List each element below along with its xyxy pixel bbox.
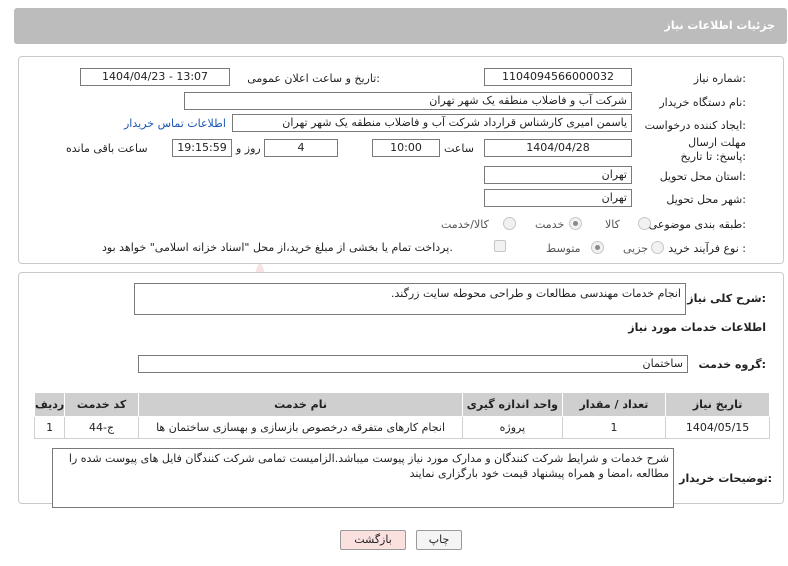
need-number-field[interactable]: 1104094566000032 (484, 68, 632, 86)
back-button[interactable]: بازگشت (340, 530, 406, 550)
cell-row: 1 (33, 416, 66, 439)
deadline-date-field[interactable]: 1404/04/28 (484, 139, 632, 157)
services-table-header: ردیف کد خدمت نام خدمت واحد اندازه گیری ت… (33, 392, 770, 417)
cell-service-name: انجام کارهای متفرقه درخصوص بازسازی و بهس… (137, 416, 464, 439)
cell-unit: پروژه (462, 416, 563, 439)
province-field[interactable]: تهران (484, 166, 632, 184)
process-radio-medium[interactable] (591, 241, 604, 254)
province-label: استان محل تحویل: (659, 170, 746, 183)
col-service-code: کد خدمت (64, 392, 139, 417)
category-radio-goods-service[interactable] (503, 217, 516, 230)
category-radio-service[interactable] (569, 217, 582, 230)
days-remaining-field[interactable]: 4 (264, 139, 338, 157)
cell-need-date: 1404/05/15 (665, 416, 770, 439)
buyer-notes-label: توضیحات خریدار: (679, 472, 772, 485)
cell-quantity: 1 (561, 416, 667, 439)
services-section-title: اطلاعات خدمات مورد نیاز (628, 321, 766, 334)
summary-label: شرح کلی نیاز: (687, 292, 766, 305)
announce-field[interactable]: 1404/04/23 - 13:07 (80, 68, 230, 86)
treasury-payment-note: پرداخت تمام یا بخشی از مبلغ خرید،از محل … (102, 241, 453, 254)
category-option-goods: کالا (605, 218, 620, 231)
treasury-payment-checkbox[interactable] (494, 240, 506, 252)
table-row[interactable]: 1 ج-44 انجام کارهای متفرقه درخصوص بازساز… (33, 416, 770, 439)
header-bar: جزئیات اطلاعات نیاز (14, 8, 787, 44)
city-field[interactable]: تهران (484, 189, 632, 207)
services-table: ردیف کد خدمت نام خدمت واحد اندازه گیری ت… (33, 392, 770, 439)
category-option-service: خدمت (535, 218, 565, 231)
service-group-field[interactable]: ساختمان (138, 355, 688, 373)
deadline-label: مهلت ارسال پاسخ: تا تاریخ: (680, 136, 746, 163)
days-label: روز و (236, 142, 261, 155)
deadline-time-label: ساعت (444, 142, 474, 155)
cell-service-code: ج-44 (64, 416, 139, 439)
requester-label: ایجاد کننده درخواست: (644, 119, 746, 132)
buyer-contact-link[interactable]: اطلاعات تماس خریدار (124, 117, 226, 130)
city-label: شهر محل تحویل: (666, 193, 746, 206)
announce-label: تاریخ و ساعت اعلان عمومی: (247, 72, 380, 85)
buyer-org-label: نام دستگاه خریدار: (659, 96, 746, 109)
col-service-name: نام خدمت (137, 392, 464, 417)
remaining-time-field[interactable]: 19:15:59 (172, 139, 232, 157)
process-type-label: نوع فرآیند خرید : (668, 242, 746, 255)
deadline-time-field[interactable]: 10:00 (372, 139, 440, 157)
buyer-notes-textarea[interactable]: شرح خدمات و شرایط شرکت کنندگان و مدارک م… (52, 448, 674, 508)
col-need-date: تاریخ نیاز (665, 392, 770, 417)
process-option-medium: متوسط (546, 242, 581, 255)
col-quantity: تعداد / مقدار (561, 392, 667, 417)
page-title: جزئیات اطلاعات نیاز (664, 19, 776, 32)
service-group-label: گروه خدمت: (698, 358, 766, 371)
col-unit: واحد اندازه گیری (462, 392, 563, 417)
process-radio-minor[interactable] (651, 241, 664, 254)
summary-textarea[interactable]: انجام خدمات مهندسی مطالعات و طراحی محوطه… (134, 283, 686, 315)
col-row: ردیف (33, 392, 66, 417)
print-button[interactable]: چاپ (416, 530, 462, 550)
category-option-goods-service: کالا/خدمت (441, 218, 489, 231)
requester-field[interactable]: یاسمن امیری کارشناس قرارداد شرکت آب و فا… (232, 114, 632, 132)
process-option-minor: جزیی (623, 242, 649, 255)
buyer-org-field[interactable]: شرکت آب و فاضلاب منطقه یک شهر تهران (184, 92, 632, 110)
need-number-label: شماره نیاز: (693, 72, 746, 85)
remaining-time-label: ساعت باقی مانده (66, 142, 148, 155)
category-label: طبقه بندی موضوعی: (648, 218, 746, 231)
category-radio-goods[interactable] (638, 217, 651, 230)
